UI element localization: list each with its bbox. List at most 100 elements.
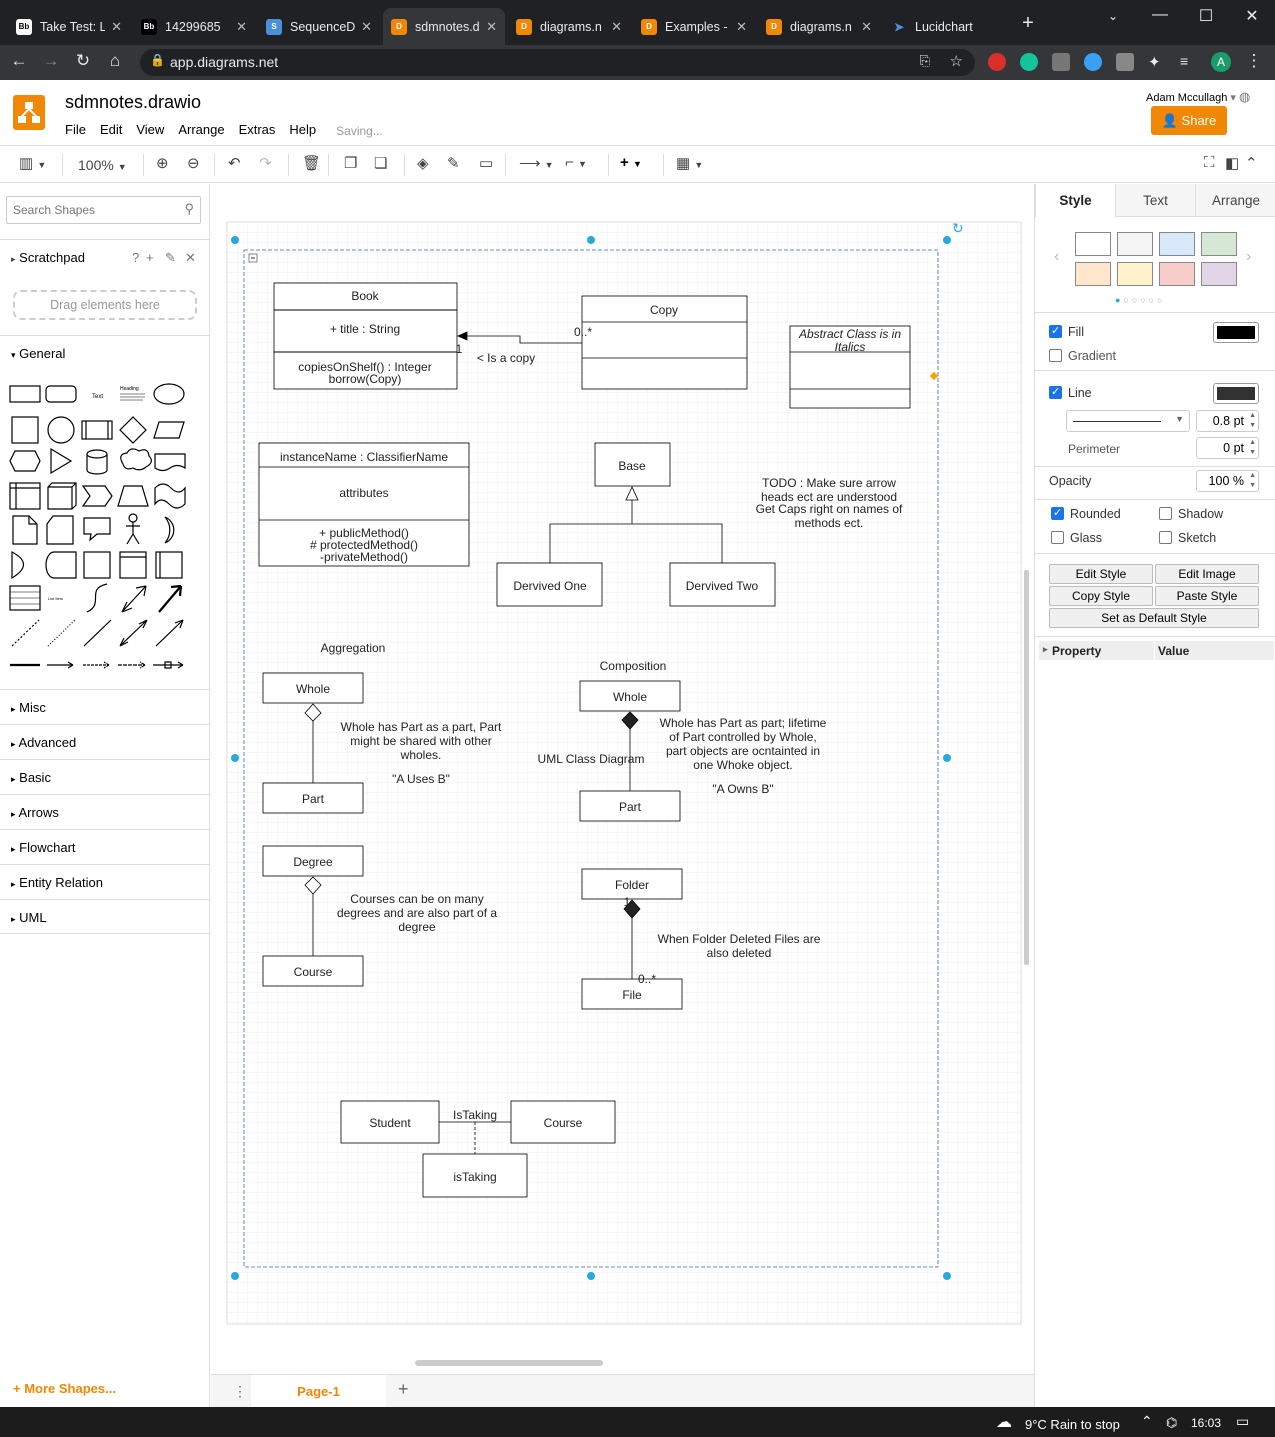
chevron-right-icon[interactable]: › (1246, 248, 1251, 266)
fullscreen-icon[interactable]: ⛶ (1204, 154, 1215, 171)
share-button[interactable]: 👤 Share (1151, 106, 1227, 135)
weather-text[interactable]: 9°C Rain to stop (1025, 1417, 1120, 1432)
misc-section-header[interactable]: ▸ Misc (0, 689, 210, 724)
line-color-icon[interactable]: ✎ (447, 154, 460, 172)
advanced-section-header[interactable]: ▸ Advanced (0, 724, 210, 759)
bookmark-star-icon[interactable]: ☆ (950, 52, 963, 70)
extensions-puzzle-icon[interactable]: ✦ (1148, 53, 1166, 71)
user-menu[interactable]: Adam Mccullagh ▾ ◍ (1146, 89, 1250, 105)
glass-checkbox[interactable] (1051, 531, 1064, 544)
copy-style-button[interactable]: Copy Style (1049, 586, 1153, 606)
diagram-svg[interactable]: ↻ Book + title: String copiesOnShelf() … (211, 184, 1034, 1374)
undo-icon[interactable]: ↶ (228, 154, 241, 172)
browser-menu-icon[interactable]: ⋮ (1242, 51, 1266, 71)
extension-icon[interactable] (988, 53, 1006, 71)
close-tab-icon[interactable]: ✕ (236, 19, 247, 35)
pages-menu-icon[interactable]: ⋮ (233, 1383, 247, 1400)
tab-arrange[interactable]: Arrange (1195, 184, 1275, 217)
document-title[interactable]: sdmnotes.drawio (65, 92, 201, 113)
insert-icon[interactable]: + ▼ (620, 154, 642, 171)
weather-cloud-icon[interactable]: ☁ (996, 1412, 1012, 1432)
browser-tab[interactable]: S SequenceD ✕ (258, 8, 380, 45)
swatch-pager[interactable]: ●○○○○○ (1115, 295, 1166, 305)
fill-color-icon[interactable]: ◈ (417, 154, 429, 172)
redo-icon[interactable]: ↷ (259, 154, 272, 172)
url-field[interactable]: 🔒 app.diagrams.net ⎘ ☆ (140, 49, 975, 76)
extension-icon[interactable] (1084, 53, 1102, 71)
spinner-icon[interactable]: ▲ ▼ (1249, 471, 1256, 491)
collapse-chevron-up-icon[interactable]: ⌃ (1245, 154, 1258, 172)
close-tab-icon[interactable]: ✕ (861, 19, 872, 35)
edit-image-button[interactable]: Edit Image (1155, 564, 1259, 584)
search-icon[interactable]: ⚲ (184, 201, 194, 217)
sketch-checkbox[interactable] (1159, 531, 1172, 544)
search-shapes-input[interactable]: Search Shapes ⚲ (6, 196, 201, 224)
line-width-input[interactable]: 0.8 pt ▲ ▼ (1196, 410, 1259, 432)
connection-style-icon[interactable]: ⟶ ▼ (519, 154, 554, 172)
diagram-canvas[interactable]: ↻ Book + title: String copiesOnShelf() … (211, 184, 1034, 1374)
profile-avatar[interactable]: A (1211, 52, 1231, 72)
delete-icon[interactable]: 🗑 (302, 154, 321, 172)
browser-tab-active[interactable]: Dsdmnotes.d ✕ (383, 8, 505, 45)
more-shapes-button[interactable]: + More Shapes... (13, 1381, 116, 1396)
fill-checkbox[interactable] (1049, 324, 1062, 338)
format-panel-toggle-icon[interactable]: ▥ ▼ (19, 154, 46, 172)
back-icon[interactable]: ← (7, 51, 31, 71)
line-checkbox[interactable] (1049, 385, 1062, 399)
menu-file[interactable]: File (65, 122, 86, 138)
to-back-icon[interactable]: ❏ (374, 154, 387, 172)
line-pattern-select[interactable]: ▼ (1066, 410, 1190, 432)
set-default-style-button[interactable]: Set as Default Style (1049, 608, 1259, 628)
rounded-checkbox[interactable] (1051, 506, 1064, 520)
style-swatch[interactable] (1117, 262, 1153, 286)
style-swatch[interactable] (1075, 232, 1111, 256)
zoom-select[interactable]: 100% ▼ (78, 157, 127, 173)
close-tab-icon[interactable]: ✕ (361, 19, 372, 35)
browser-tab[interactable]: D Examples - ✕ (633, 8, 755, 45)
general-section-header[interactable]: ▾ General (0, 335, 210, 370)
zoom-in-icon[interactable]: ⊕ (156, 154, 169, 172)
table-icon[interactable]: ▦ ▼ (676, 154, 703, 172)
spinner-icon[interactable]: ▲ ▼ (1249, 438, 1256, 458)
format-panel-icon[interactable]: ◧ (1225, 154, 1239, 172)
close-tab-icon[interactable]: ✕ (736, 19, 747, 35)
shadow-icon[interactable]: ▭ (479, 154, 493, 172)
edit-pencil-icon[interactable]: ✎ (165, 250, 176, 266)
fill-color-button[interactable] (1213, 322, 1259, 343)
scratchpad-dropzone[interactable]: Drag elements here (13, 290, 197, 320)
page-tab[interactable]: Page-1 (251, 1375, 386, 1408)
reading-list-icon[interactable]: ≡ (1180, 53, 1198, 71)
menu-extras[interactable]: Extras (239, 122, 276, 138)
spinner-icon[interactable]: ▲ ▼ (1249, 411, 1256, 431)
install-app-icon[interactable]: ⎘ (920, 53, 930, 69)
menu-view[interactable]: View (136, 122, 164, 138)
notifications-icon[interactable]: ▭ (1236, 1413, 1249, 1430)
clock-time[interactable]: 16:03 (1191, 1416, 1221, 1430)
edit-style-button[interactable]: Edit Style (1049, 564, 1153, 584)
minimize-icon[interactable]: — (1145, 6, 1175, 24)
uml-section-header[interactable]: ▸ UML (0, 899, 210, 934)
style-swatch[interactable] (1201, 232, 1237, 256)
perimeter-input[interactable]: 0 pt ▲ ▼ (1196, 437, 1259, 459)
style-swatch[interactable] (1201, 262, 1237, 286)
basic-section-header[interactable]: ▸ Basic (0, 759, 210, 794)
menu-arrange[interactable]: Arrange (178, 122, 224, 138)
close-icon[interactable]: ✕ (185, 250, 196, 266)
wifi-icon[interactable]: ⌬ (1166, 1415, 1177, 1431)
entity-relation-section-header[interactable]: ▸ Entity Relation (0, 864, 210, 899)
to-front-icon[interactable]: ❐ (344, 154, 357, 172)
arrows-section-header[interactable]: ▸ Arrows (0, 794, 210, 829)
gradient-checkbox[interactable] (1049, 349, 1062, 362)
opacity-input[interactable]: 100 % ▲ ▼ (1196, 470, 1259, 492)
tab-style[interactable]: Style (1035, 184, 1115, 217)
waypoints-icon[interactable]: ⌐ ▼ (565, 154, 587, 171)
browser-tab[interactable]: Ddiagrams.n ✕ (508, 8, 630, 45)
style-swatch[interactable] (1159, 262, 1195, 286)
new-tab-icon[interactable]: + (1013, 12, 1043, 35)
style-swatch[interactable] (1159, 232, 1195, 256)
add-page-icon[interactable]: + (398, 1379, 409, 1400)
chevron-left-icon[interactable]: ‹ (1054, 248, 1059, 266)
tray-chevron-up-icon[interactable]: ⌃ (1141, 1413, 1153, 1430)
browser-tab[interactable]: ➤ Lucidchart (883, 8, 1005, 45)
style-swatch[interactable] (1075, 262, 1111, 286)
